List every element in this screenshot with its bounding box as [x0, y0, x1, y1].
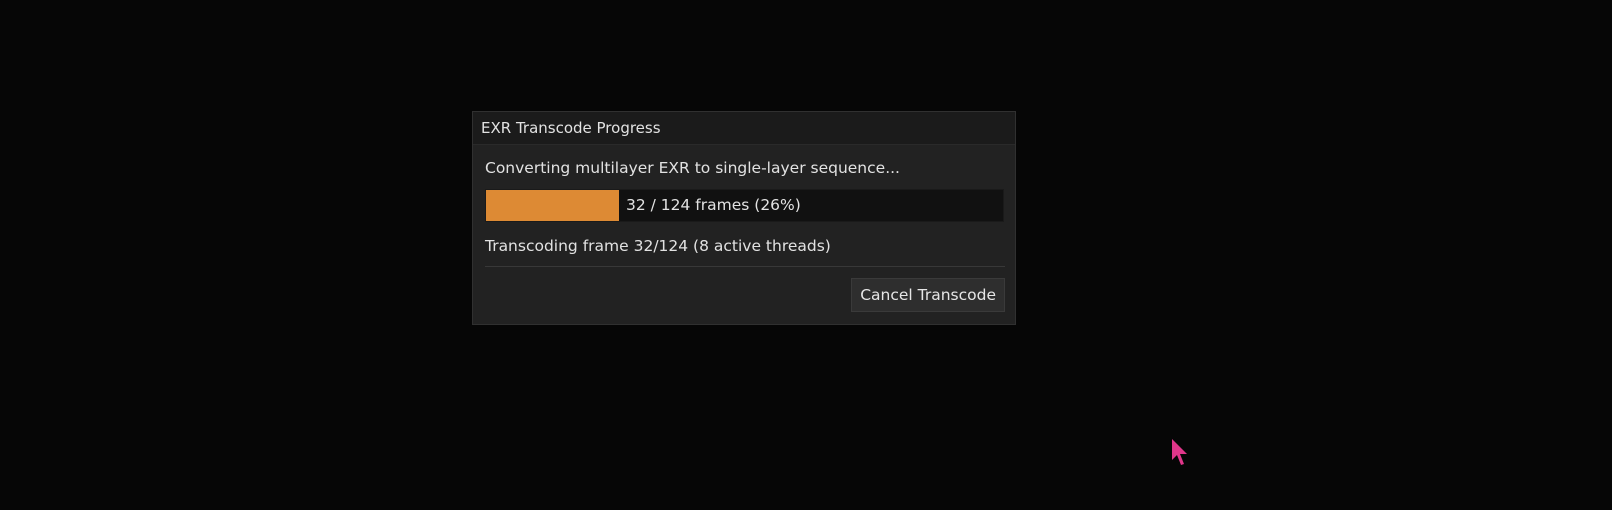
dialog-title: EXR Transcode Progress — [481, 119, 661, 137]
dialog-button-row: Cancel Transcode — [485, 278, 1005, 312]
mouse-pointer-icon — [1172, 439, 1187, 465]
progress-message: Converting multilayer EXR to single-laye… — [485, 159, 900, 177]
progress-bar: 32 / 124 frames (26%) — [485, 189, 1004, 222]
divider — [485, 266, 1005, 267]
cancel-transcode-button[interactable]: Cancel Transcode — [851, 278, 1005, 312]
status-text: Transcoding frame 32/124 (8 active threa… — [485, 237, 831, 255]
dialog-titlebar[interactable]: EXR Transcode Progress — [473, 112, 1015, 145]
progress-text: 32 / 124 frames (26%) — [626, 196, 801, 214]
transcode-progress-dialog: EXR Transcode Progress Converting multil… — [472, 111, 1016, 325]
dialog-content: Converting multilayer EXR to single-laye… — [473, 158, 1015, 312]
progress-bar-fill — [486, 190, 620, 221]
